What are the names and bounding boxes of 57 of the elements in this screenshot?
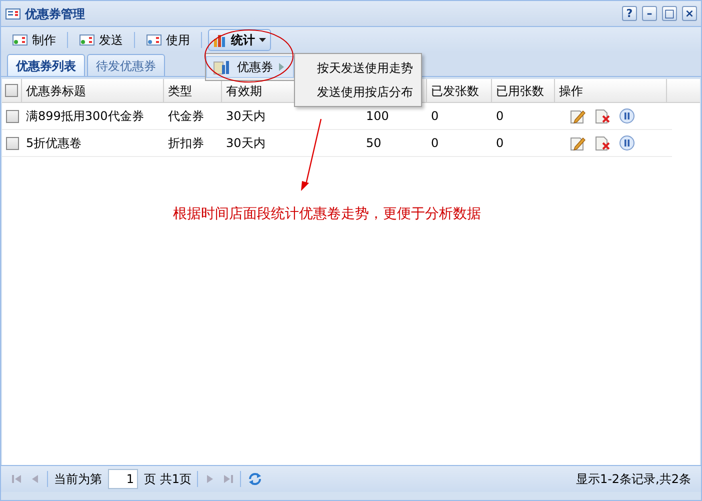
refresh-icon[interactable] xyxy=(247,471,264,487)
table-cell: 5折优惠卷 xyxy=(26,136,82,150)
page-count-label: 页 共1页 xyxy=(144,471,192,488)
window-title: 优惠券管理 xyxy=(25,6,85,22)
tab[interactable]: 优惠券列表 xyxy=(7,54,85,76)
tab[interactable]: 待发优惠券 xyxy=(87,54,165,76)
pause-icon[interactable] xyxy=(619,135,635,151)
toolbar-button[interactable]: 制作 xyxy=(7,28,61,50)
submenu-item[interactable]: 按天发送使用走势 xyxy=(295,56,421,80)
annotation-text: 根据时间店面段统计优惠卷走势，更便于分析数据 xyxy=(173,205,481,224)
select-all-checkbox[interactable] xyxy=(5,84,18,97)
delete-icon[interactable] xyxy=(594,134,611,152)
card-icon xyxy=(12,34,28,46)
row-checkbox[interactable] xyxy=(6,110,18,122)
column-header[interactable]: 优惠券标题 xyxy=(26,82,86,100)
column-header[interactable]: 操作 xyxy=(559,82,583,100)
caret-icon xyxy=(259,38,266,42)
row-checkbox[interactable] xyxy=(6,136,18,150)
table-cell: 100 xyxy=(366,109,389,123)
table-cell: 50 xyxy=(366,136,382,150)
table-cell: 0 xyxy=(431,136,439,150)
table-cell: 代金券 xyxy=(168,109,204,123)
edit-icon[interactable] xyxy=(569,108,586,124)
menu-item[interactable]: 优惠券 xyxy=(206,56,294,78)
window-icon xyxy=(5,8,21,20)
table-cell: 30天内 xyxy=(226,136,266,150)
bar-chart-icon xyxy=(213,59,231,75)
page-number-field[interactable]: 1 xyxy=(108,469,138,489)
table-cell: 折扣券 xyxy=(168,136,204,150)
card-icon xyxy=(146,34,162,46)
record-summary: 显示1-2条记录,共2条 xyxy=(576,471,691,488)
delete-icon[interactable] xyxy=(594,108,611,124)
close-button[interactable]: × xyxy=(682,6,697,21)
minimize-button[interactable]: – xyxy=(642,6,657,21)
first-page-icon[interactable] xyxy=(11,473,23,485)
help-button[interactable]: ? xyxy=(622,6,637,21)
column-header[interactable]: 有效期 xyxy=(226,82,262,100)
edit-icon[interactable] xyxy=(569,134,586,152)
last-page-icon[interactable] xyxy=(222,473,234,485)
toolbar-button[interactable]: 发送 xyxy=(74,28,128,50)
column-header[interactable]: 已用张数 xyxy=(496,82,544,100)
table-cell: 0 xyxy=(431,109,439,123)
table-cell: 30天内 xyxy=(226,109,266,123)
submenu-item[interactable]: 发送使用按店分布 xyxy=(295,80,421,104)
column-header[interactable]: 已发张数 xyxy=(431,82,479,100)
submenu-arrow-icon xyxy=(279,63,284,71)
toolbar-button[interactable]: 使用 xyxy=(141,28,195,50)
maximize-button[interactable]: □ xyxy=(662,6,677,21)
card-icon xyxy=(79,34,95,46)
bar-chart-icon xyxy=(213,32,227,46)
statistics-menu-button[interactable]: 统计 xyxy=(208,28,271,50)
table-cell: 满899抵用300代金券 xyxy=(26,109,144,123)
table-cell: 0 xyxy=(496,109,504,123)
page-label: 当前为第 xyxy=(54,471,102,488)
pause-icon[interactable] xyxy=(619,108,635,124)
table-cell: 0 xyxy=(496,136,504,150)
column-header[interactable]: 类型 xyxy=(168,82,192,100)
